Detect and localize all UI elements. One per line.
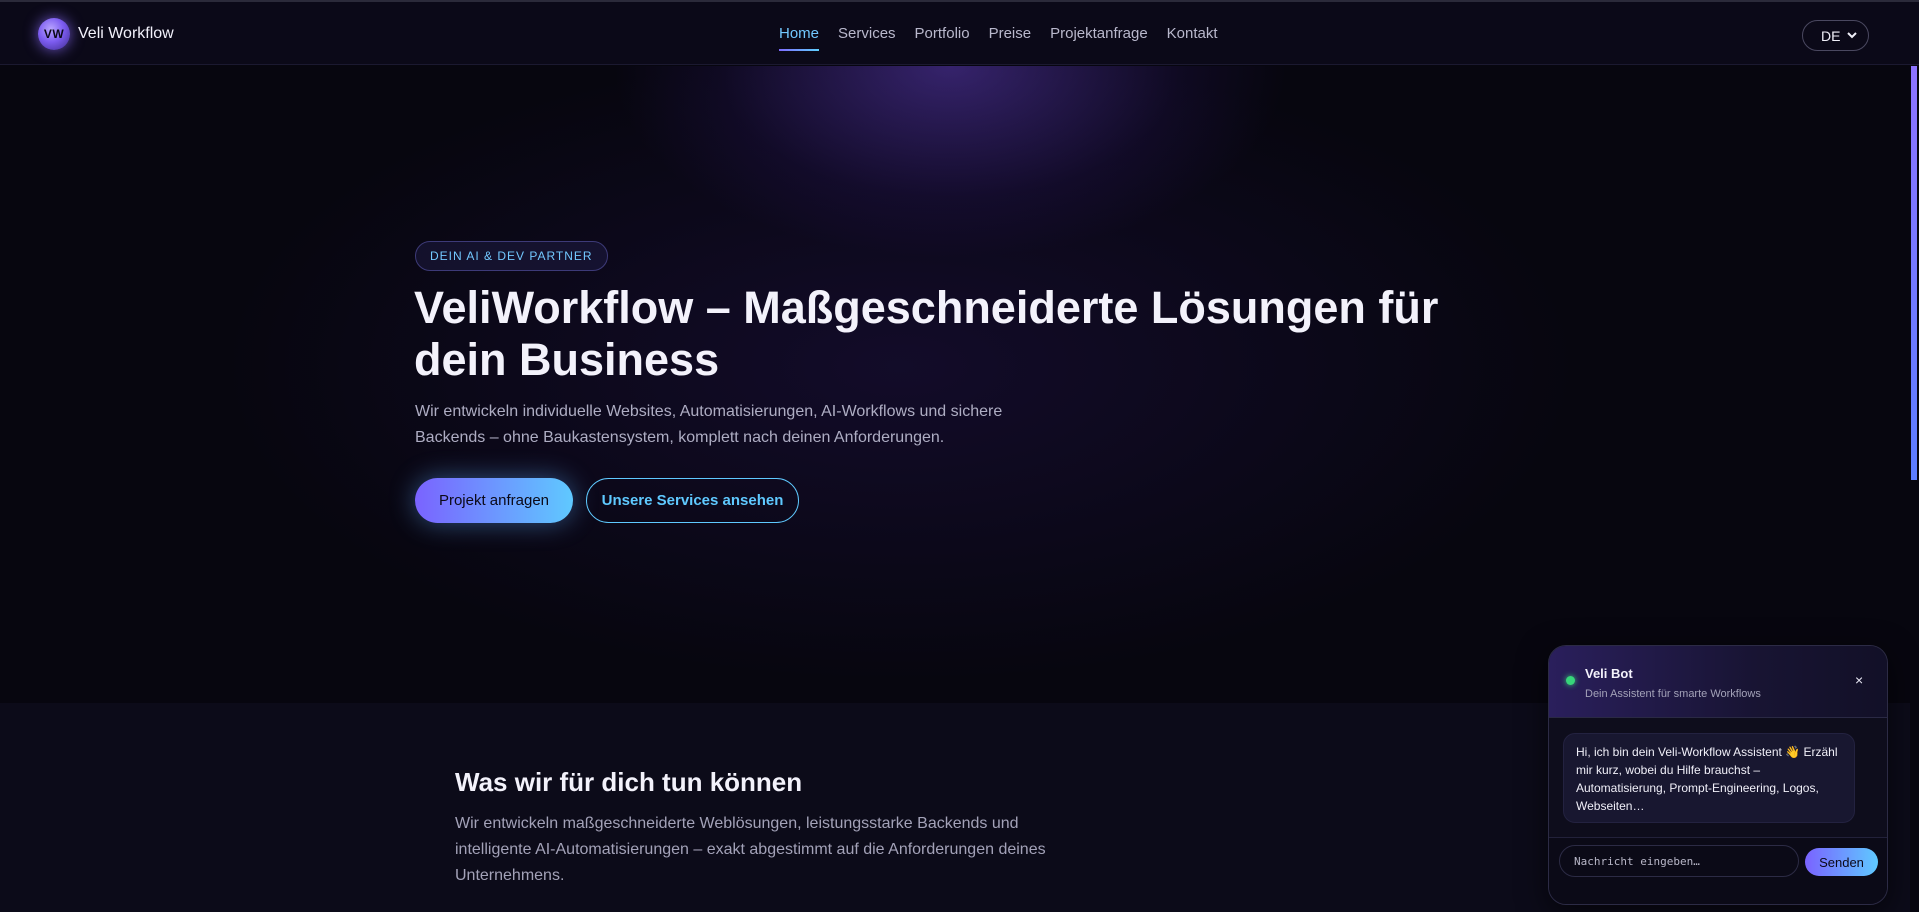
- chat-message-input[interactable]: [1559, 845, 1799, 877]
- nav-link-home[interactable]: Home: [779, 25, 820, 51]
- language-value: DE: [1821, 27, 1841, 44]
- nav-link-services[interactable]: Services: [838, 25, 896, 42]
- nav-link-preise[interactable]: Preise: [989, 25, 1032, 42]
- brand-name: Veli Workflow: [78, 25, 174, 42]
- chat-message-bubble: Hi, ich bin dein Veli-Workflow Assistent…: [1563, 733, 1855, 823]
- hero-badge: DEIN AI & DEV PARTNER: [415, 241, 608, 271]
- scrollbar-thumb[interactable]: [1911, 66, 1917, 480]
- project-request-button[interactable]: Projekt anfragen: [415, 478, 573, 523]
- services-title: Was wir für dich tun können: [455, 767, 803, 797]
- brand-logo: VW: [38, 18, 70, 50]
- chevron-down-icon: [1847, 32, 1857, 39]
- language-select[interactable]: DE: [1802, 20, 1869, 51]
- chat-input-area: Senden: [1549, 837, 1887, 904]
- main-nav: Home Services Portfolio Preise Projektan…: [779, 25, 1237, 51]
- nav-link-portfolio[interactable]: Portfolio: [915, 25, 970, 42]
- hero-title: VeliWorkflow – Maßgeschneiderte Lösungen…: [414, 282, 1439, 385]
- chat-bot-tagline: Dein Assistent für smarte Workflows: [1585, 688, 1761, 700]
- hero-subtitle: Wir entwickeln individuelle Websites, Au…: [415, 403, 1003, 446]
- online-status-dot: [1566, 676, 1575, 685]
- top-navbar: VW Veli Workflow Home Services Portfolio…: [0, 0, 1919, 65]
- nav-link-kontakt[interactable]: Kontakt: [1167, 25, 1218, 42]
- chat-header: Veli Bot Dein Assistent für smarte Workf…: [1549, 646, 1887, 718]
- chat-widget: Veli Bot Dein Assistent für smarte Workf…: [1548, 645, 1888, 905]
- view-services-button[interactable]: Unsere Services ansehen: [586, 478, 799, 523]
- close-icon[interactable]: ×: [1855, 672, 1869, 688]
- brand-link[interactable]: VW Veli Workflow: [38, 18, 174, 50]
- chat-bot-name: Veli Bot: [1585, 666, 1633, 681]
- nav-link-projektanfrage[interactable]: Projektanfrage: [1050, 25, 1148, 42]
- services-description: Wir entwickeln maßgeschneiderte Weblösun…: [455, 815, 1046, 884]
- chat-send-button[interactable]: Senden: [1805, 848, 1878, 876]
